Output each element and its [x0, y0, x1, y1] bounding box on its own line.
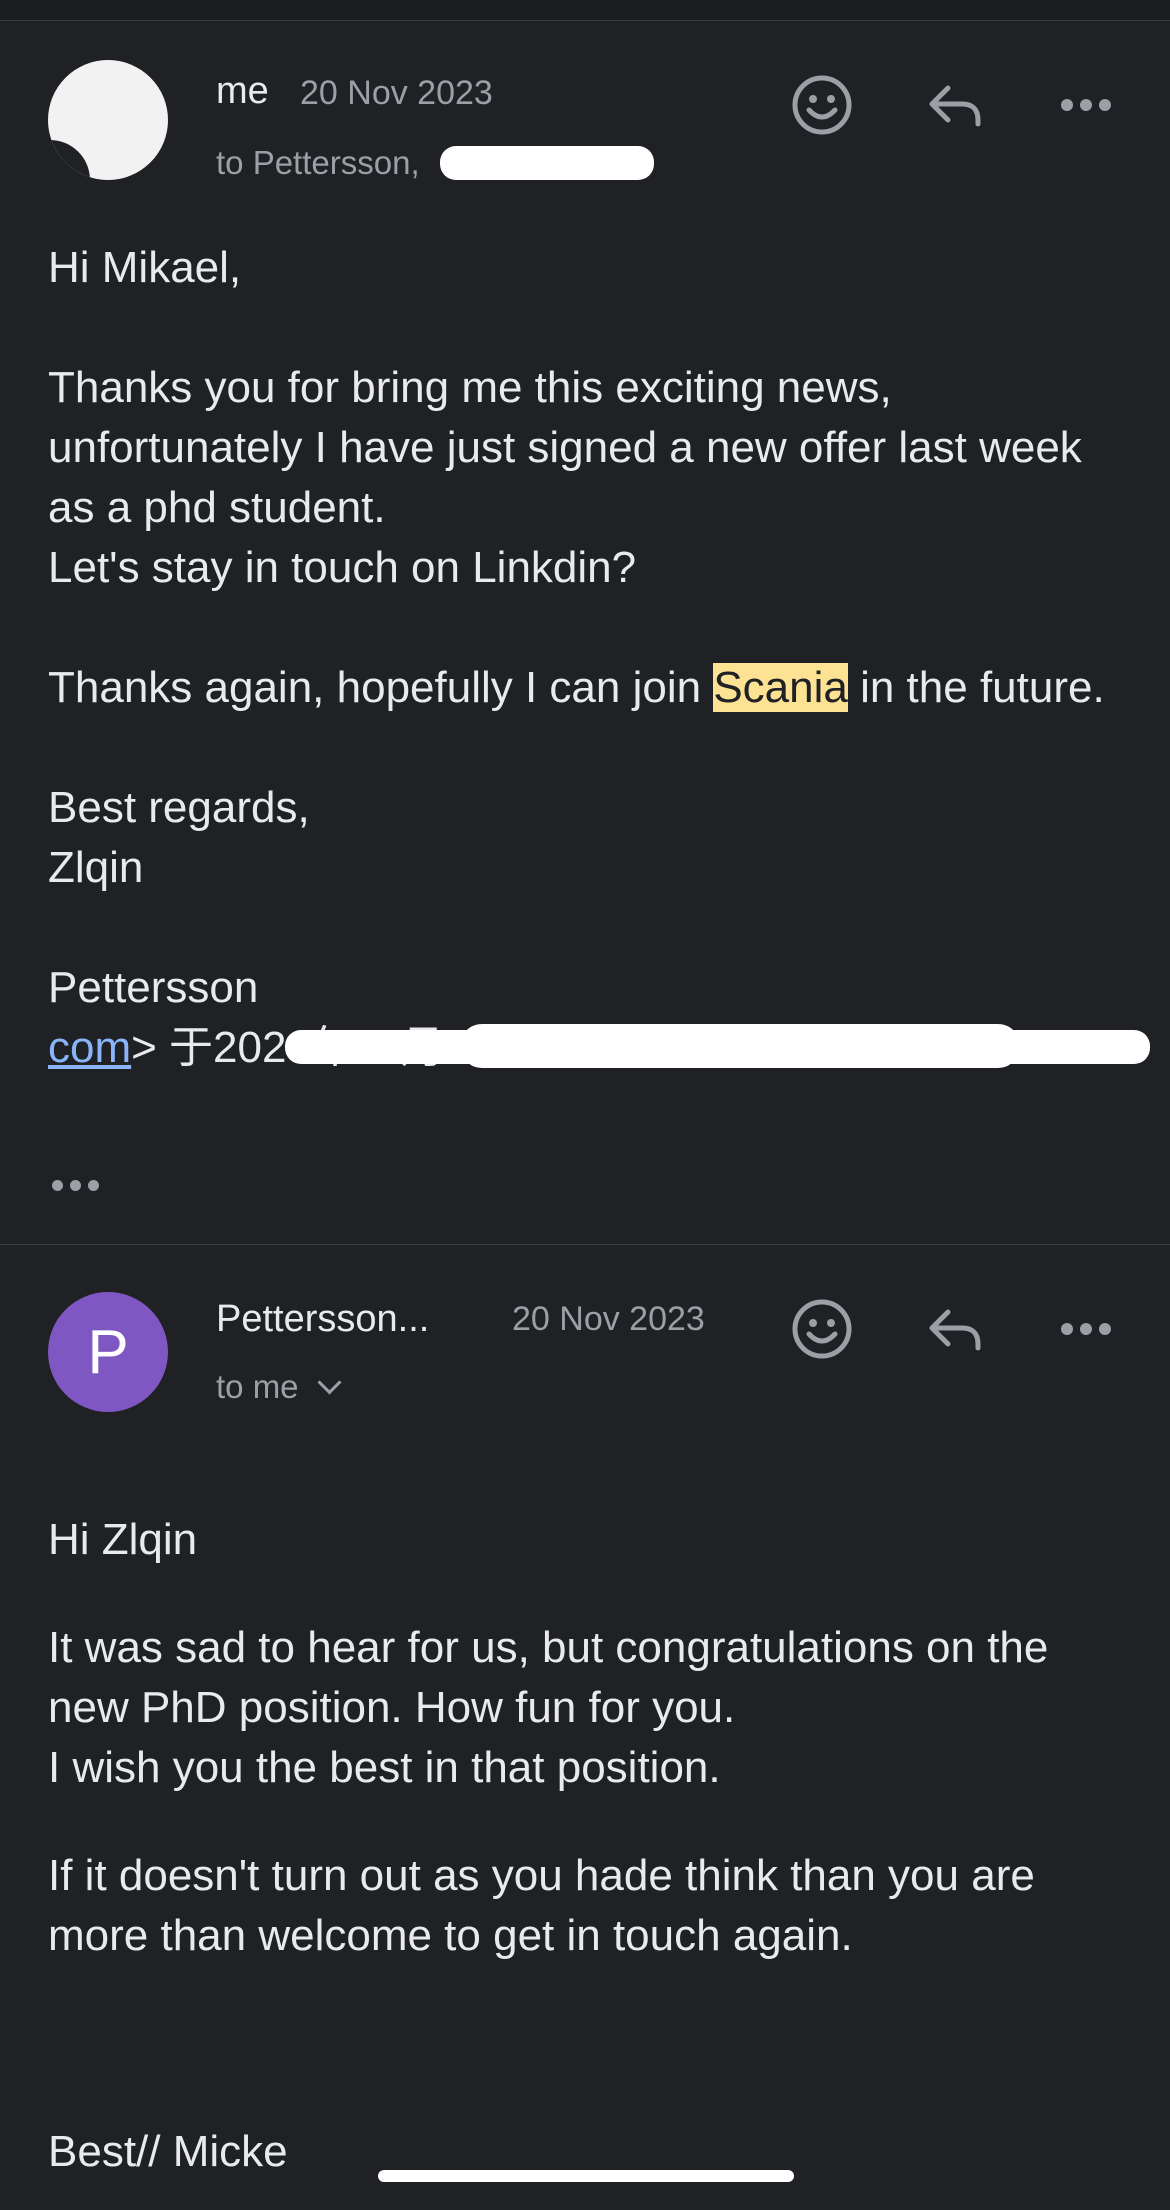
more-icon[interactable]	[1051, 1294, 1121, 1364]
smiley-icon[interactable]	[787, 70, 857, 140]
message-date: 20 Nov 2023	[300, 74, 493, 112]
recipient-line[interactable]: to me	[216, 1368, 342, 1406]
reply-icon[interactable]	[920, 1294, 990, 1364]
recipient-text: to Pettersson,	[216, 144, 420, 181]
chevron-down-icon[interactable]	[317, 1370, 342, 1395]
body-paragraph: If it doesn't turn out as you hade think…	[48, 1851, 1048, 1960]
body-paragraph: It was sad to hear for us, but congratul…	[48, 1623, 1049, 1792]
message-body: Hi Mikael, Thanks you for bring me this …	[48, 238, 1128, 1078]
smiley-icon[interactable]	[787, 1294, 857, 1364]
message-body: Hi Zlqin It was sad to hear for us, but …	[48, 1510, 1128, 2182]
home-indicator[interactable]	[378, 2170, 794, 2182]
sender-name[interactable]: me	[216, 70, 269, 113]
thanks-paragraph: Thanks again, hopefully I can join Scani…	[48, 658, 1128, 718]
message-divider	[0, 1244, 1170, 1245]
quote-name: Pettersson	[48, 963, 271, 1012]
redaction-mark	[440, 146, 654, 180]
email-link[interactable]: com	[48, 1023, 131, 1072]
more-icon[interactable]	[1051, 70, 1121, 140]
redaction-mark	[460, 1024, 1020, 1068]
reply-icon[interactable]	[920, 70, 990, 140]
ellipsis-icon[interactable]	[52, 1180, 99, 1191]
recipient-text: to me	[216, 1368, 299, 1405]
recipient-line[interactable]: to Pettersson,	[216, 144, 420, 182]
greeting: Hi Zlqin	[48, 1515, 198, 1564]
body-paragraph: Thanks you for bring me this exciting ne…	[48, 363, 1082, 592]
sender-avatar[interactable]: P	[48, 1292, 168, 1412]
sender-name[interactable]: Pettersson...	[216, 1298, 429, 1341]
signoff: Best regards, Zlqin	[48, 783, 310, 892]
greeting: Hi Mikael,	[48, 243, 242, 292]
top-bar	[0, 0, 1170, 21]
sender-avatar[interactable]	[48, 60, 168, 180]
thanks-text: Thanks again, hopefully I can join	[48, 663, 714, 712]
thanks-text-end: in the future.	[847, 663, 1105, 712]
message-date: 20 Nov 2023	[512, 1300, 705, 1338]
search-highlight: Scania	[713, 663, 848, 712]
